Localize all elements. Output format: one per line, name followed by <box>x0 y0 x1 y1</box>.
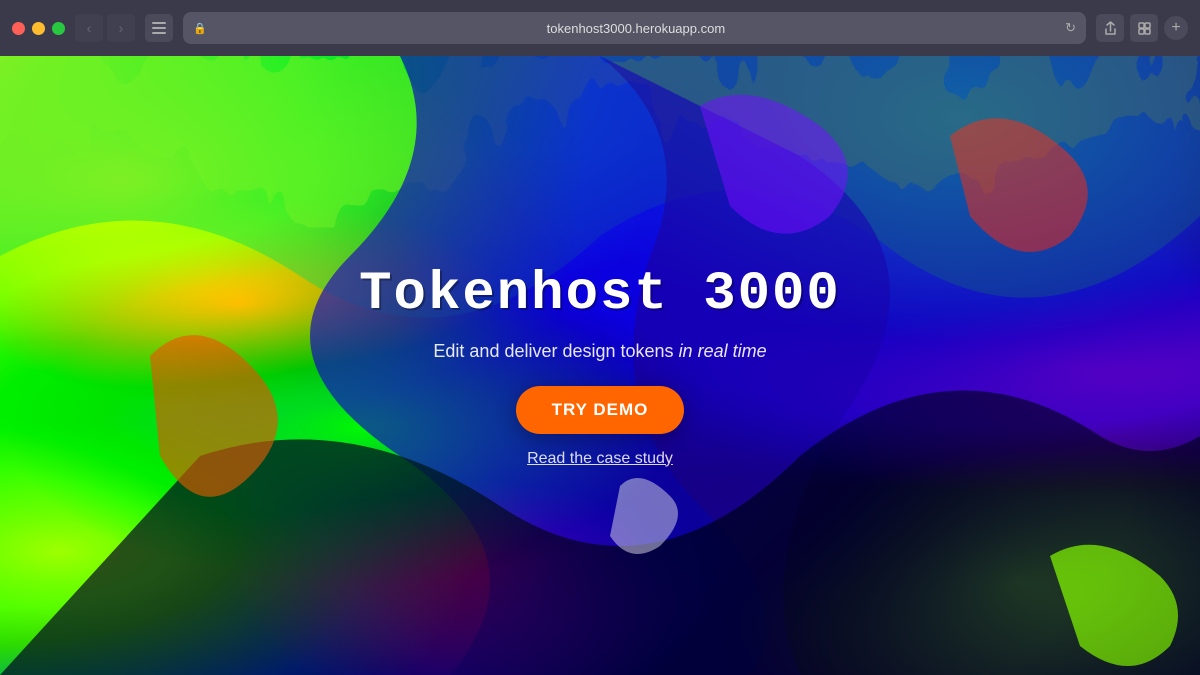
browser-content: Tokenhost 3000 Edit and deliver design t… <box>0 56 1200 675</box>
forward-button[interactable]: › <box>107 14 135 42</box>
share-button[interactable] <box>1096 14 1124 42</box>
browser-actions: + <box>1096 14 1188 42</box>
forward-icon: › <box>119 20 124 36</box>
maximize-button[interactable] <box>52 22 65 35</box>
back-icon: ‹ <box>87 20 92 36</box>
subtitle-plain: Edit and deliver design tokens <box>433 341 678 361</box>
add-tab-icon: + <box>1171 19 1180 37</box>
hero-title: Tokenhost 3000 <box>359 264 841 325</box>
address-bar[interactable]: 🔒 tokenhost3000.herokuapp.com ↻ <box>183 12 1086 44</box>
add-tab-button[interactable]: + <box>1164 16 1188 40</box>
hero-content: Tokenhost 3000 Edit and deliver design t… <box>0 56 1200 675</box>
try-demo-button[interactable]: Try Demo <box>516 386 685 434</box>
close-button[interactable] <box>12 22 25 35</box>
back-button[interactable]: ‹ <box>75 14 103 42</box>
tab-view-icon <box>1138 22 1151 35</box>
url-text: tokenhost3000.herokuapp.com <box>213 21 1059 36</box>
lock-icon: 🔒 <box>193 22 207 35</box>
minimize-button[interactable] <box>32 22 45 35</box>
sidebar-icon <box>152 22 166 34</box>
subtitle-italic: in real time <box>679 341 767 361</box>
tab-view-button[interactable] <box>1130 14 1158 42</box>
sidebar-button[interactable] <box>145 14 173 42</box>
hero-subtitle: Edit and deliver design tokens in real t… <box>433 341 766 362</box>
case-study-link[interactable]: Read the case study <box>527 450 673 468</box>
share-icon <box>1104 21 1117 35</box>
traffic-lights <box>12 22 65 35</box>
browser-chrome: ‹ › 🔒 tokenhost3000.herokuapp.com ↻ <box>0 0 1200 56</box>
refresh-button[interactable]: ↻ <box>1065 20 1076 36</box>
nav-buttons: ‹ › <box>75 14 135 42</box>
